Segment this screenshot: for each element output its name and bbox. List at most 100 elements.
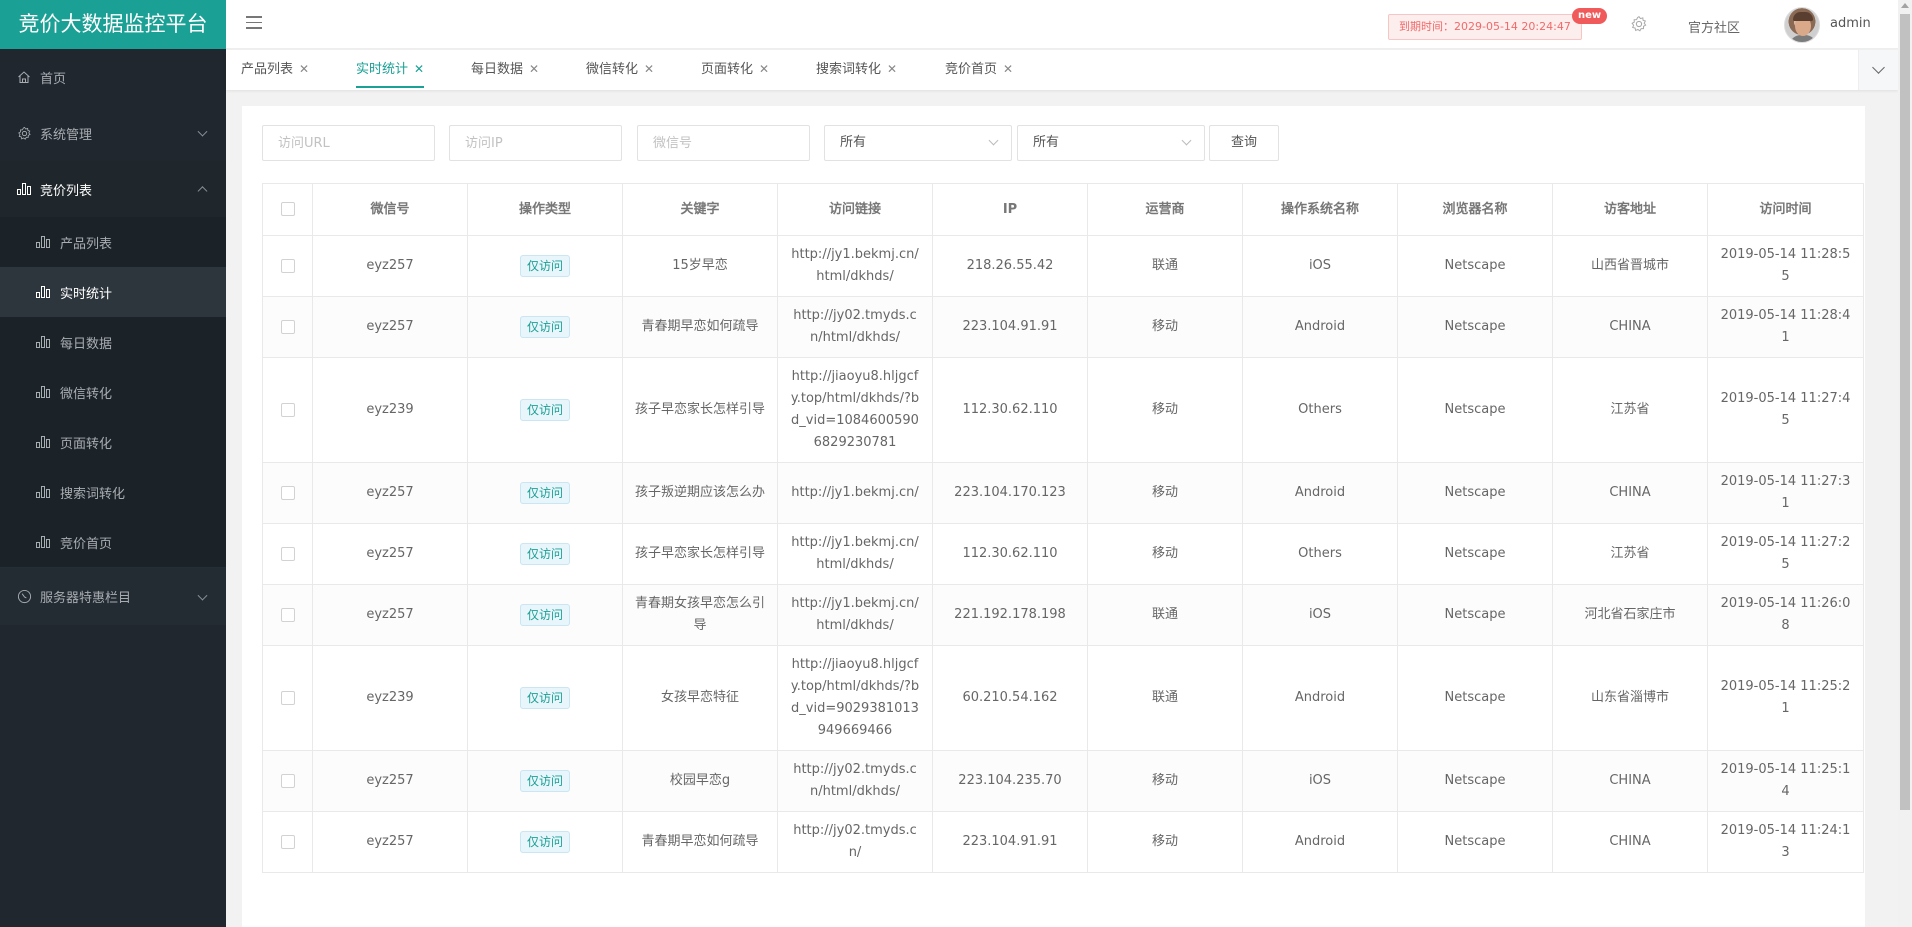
tabs-dropdown-chevron-icon[interactable] — [1858, 50, 1898, 90]
location-cell: 山东省淄博市 — [1552, 645, 1708, 751]
sidebar: 竞价大数据监控平台 首页 系统管理 竞价列表 产品列表 实时统计 每日数据 微信… — [0, 0, 226, 927]
row-select-cell — [262, 296, 313, 358]
action-type-tag: 仅访问 — [519, 603, 570, 626]
avatar[interactable] — [1784, 7, 1820, 43]
tab-wechat-conversion[interactable]: 微信转化 ✕ — [586, 50, 654, 90]
scroll-up-arrow-icon[interactable] — [1901, 3, 1909, 8]
official-community-link[interactable]: 官方社区 — [1688, 17, 1740, 36]
action-type-cell: 仅访问 — [467, 811, 623, 873]
sidebar-subitem-label: 竞价首页 — [60, 536, 113, 552]
filter-select-1[interactable]: 所有 — [824, 125, 1012, 161]
sidebar-subitem-page-conversion[interactable]: 页面转化 — [0, 417, 226, 467]
sidebar-item-label: 首页 — [40, 71, 67, 87]
action-type-cell: 仅访问 — [467, 296, 623, 358]
isp-cell: 移动 — [1087, 462, 1243, 524]
wechat-id-input[interactable] — [637, 125, 810, 161]
location-cell: CHINA — [1552, 296, 1708, 358]
location-cell: CHINA — [1552, 811, 1708, 873]
action-type-tag: 仅访问 — [519, 315, 570, 338]
keyword-cell: 孩子早恋家长怎样引导 — [622, 523, 778, 585]
action-type-tag: 仅访问 — [519, 398, 570, 421]
table-body: eyz257 仅访问 15岁早恋 http://jy1.bekmj.cn/html/d… — [262, 235, 1864, 873]
visit-time-cell: 2019-05-14 11:27:31 — [1707, 462, 1864, 524]
row-checkbox[interactable] — [280, 773, 295, 788]
row-checkbox[interactable] — [280, 834, 295, 849]
close-icon[interactable]: ✕ — [887, 62, 897, 76]
row-select-cell — [262, 811, 313, 873]
sidebar-subitem-wechat-conversion[interactable]: 微信转化 — [0, 367, 226, 417]
close-icon[interactable]: ✕ — [529, 62, 539, 76]
sidebar-subitem-realtime-stats[interactable]: 实时统计 — [0, 267, 226, 317]
action-type-tag: 仅访问 — [519, 830, 570, 853]
row-checkbox[interactable] — [280, 546, 295, 561]
username[interactable]: admin — [1830, 16, 1871, 31]
chevron-down-icon — [1181, 135, 1192, 146]
row-checkbox[interactable] — [280, 690, 295, 705]
main-panel: 所有 所有 查询 微信号 操作类型 关键字 访问链接 IP 运营商 操作系统名称… — [242, 106, 1865, 927]
close-icon[interactable]: ✕ — [414, 62, 424, 76]
sidebar-item-server-deals[interactable]: 服务器特惠栏目 — [0, 567, 226, 625]
table-row: eyz257 仅访问 青春期早恋如何疏导 http://jy02.tmyds.cn/2… — [262, 811, 1864, 873]
row-checkbox[interactable] — [280, 319, 295, 334]
close-icon[interactable]: ✕ — [1003, 62, 1013, 76]
chevron-down-icon — [197, 126, 208, 137]
page-scrollbar[interactable] — [1898, 0, 1912, 927]
bar-chart-icon — [36, 285, 52, 299]
clock-icon — [16, 589, 32, 605]
table-row: eyz257 仅访问 青春期早恋如何疏导 http://jy02.tmyds.cn/h… — [262, 296, 1864, 358]
sidebar-item-home[interactable]: 首页 — [0, 49, 226, 105]
isp-cell: 移动 — [1087, 357, 1243, 463]
filter-select-2[interactable]: 所有 — [1017, 125, 1205, 161]
table-row: eyz257 仅访问 孩子早恋家长怎样引导 http://jy1.bekmj.cn/h… — [262, 523, 1864, 585]
visit-time-cell: 2019-05-14 11:27:45 — [1707, 357, 1864, 463]
action-type-tag: 仅访问 — [519, 686, 570, 709]
row-select-cell — [262, 357, 313, 463]
tab-daily-data[interactable]: 每日数据 ✕ — [471, 50, 539, 90]
visit-time-cell: 2019-05-14 11:25:14 — [1707, 750, 1864, 812]
close-icon[interactable]: ✕ — [759, 62, 769, 76]
visit-url-cell: http://jy1.bekmj.cn/html/dkhds/ — [777, 584, 933, 646]
sidebar-subitem-search-term-conversion[interactable]: 搜索词转化 — [0, 467, 226, 517]
page-tabs: 产品列表 ✕ 实时统计 ✕ 每日数据 ✕ 微信转化 ✕ 页面转化 ✕ 搜索词转化 ✕ 竞价首… — [226, 50, 1898, 90]
sidebar-item-bidding-list[interactable]: 竞价列表 — [0, 161, 226, 217]
row-checkbox[interactable] — [280, 607, 295, 622]
close-icon[interactable]: ✕ — [644, 62, 654, 76]
tab-product-list[interactable]: 产品列表 ✕ — [241, 50, 309, 90]
query-button[interactable]: 查询 — [1209, 125, 1279, 161]
bar-chart-icon — [36, 335, 52, 349]
browser-cell: Netscape — [1397, 645, 1553, 751]
row-checkbox[interactable] — [280, 258, 295, 273]
tab-page-conversion[interactable]: 页面转化 ✕ — [701, 50, 769, 90]
row-checkbox[interactable] — [280, 402, 295, 417]
select-all-cell — [262, 183, 313, 236]
row-checkbox[interactable] — [280, 485, 295, 500]
os-cell: Android — [1242, 645, 1398, 751]
sidebar-subitem-product-list[interactable]: 产品列表 — [0, 217, 226, 267]
tab-realtime-stats[interactable]: 实时统计 ✕ — [356, 50, 425, 90]
wechat-id-cell: eyz257 — [312, 811, 468, 873]
menu-toggle-icon[interactable] — [246, 16, 262, 30]
close-icon[interactable]: ✕ — [299, 62, 309, 76]
sidebar-subitem-label: 每日数据 — [60, 336, 113, 352]
tab-label: 竞价首页 — [945, 62, 998, 77]
os-cell: Android — [1242, 296, 1398, 358]
row-select-cell — [262, 584, 313, 646]
visit-ip-input[interactable] — [449, 125, 622, 161]
tab-bidding-home[interactable]: 竞价首页 ✕ — [945, 50, 1013, 90]
ip-cell: 223.104.170.123 — [932, 462, 1088, 524]
keyword-cell: 孩子早恋家长怎样引导 — [622, 357, 778, 463]
sidebar-item-system[interactable]: 系统管理 — [0, 105, 226, 161]
settings-gear-icon[interactable] — [1630, 15, 1648, 33]
keyword-cell: 15岁早恋 — [622, 235, 778, 297]
select-all-checkbox[interactable] — [280, 202, 295, 216]
table-row: eyz239 仅访问 女孩早恋特征 http://jiaoyu8.hljgcfy.to… — [262, 645, 1864, 751]
gear-icon — [16, 125, 32, 141]
visit-url-input[interactable] — [262, 125, 435, 161]
sidebar-subitem-daily-data[interactable]: 每日数据 — [0, 317, 226, 367]
tab-search-term-conversion[interactable]: 搜索词转化 ✕ — [816, 50, 897, 90]
scrollbar-thumb[interactable] — [1900, 14, 1910, 810]
sidebar-subitem-bidding-home[interactable]: 竞价首页 — [0, 517, 226, 567]
action-type-cell: 仅访问 — [467, 235, 623, 297]
wechat-id-cell: eyz239 — [312, 645, 468, 751]
os-cell: iOS — [1242, 750, 1398, 812]
